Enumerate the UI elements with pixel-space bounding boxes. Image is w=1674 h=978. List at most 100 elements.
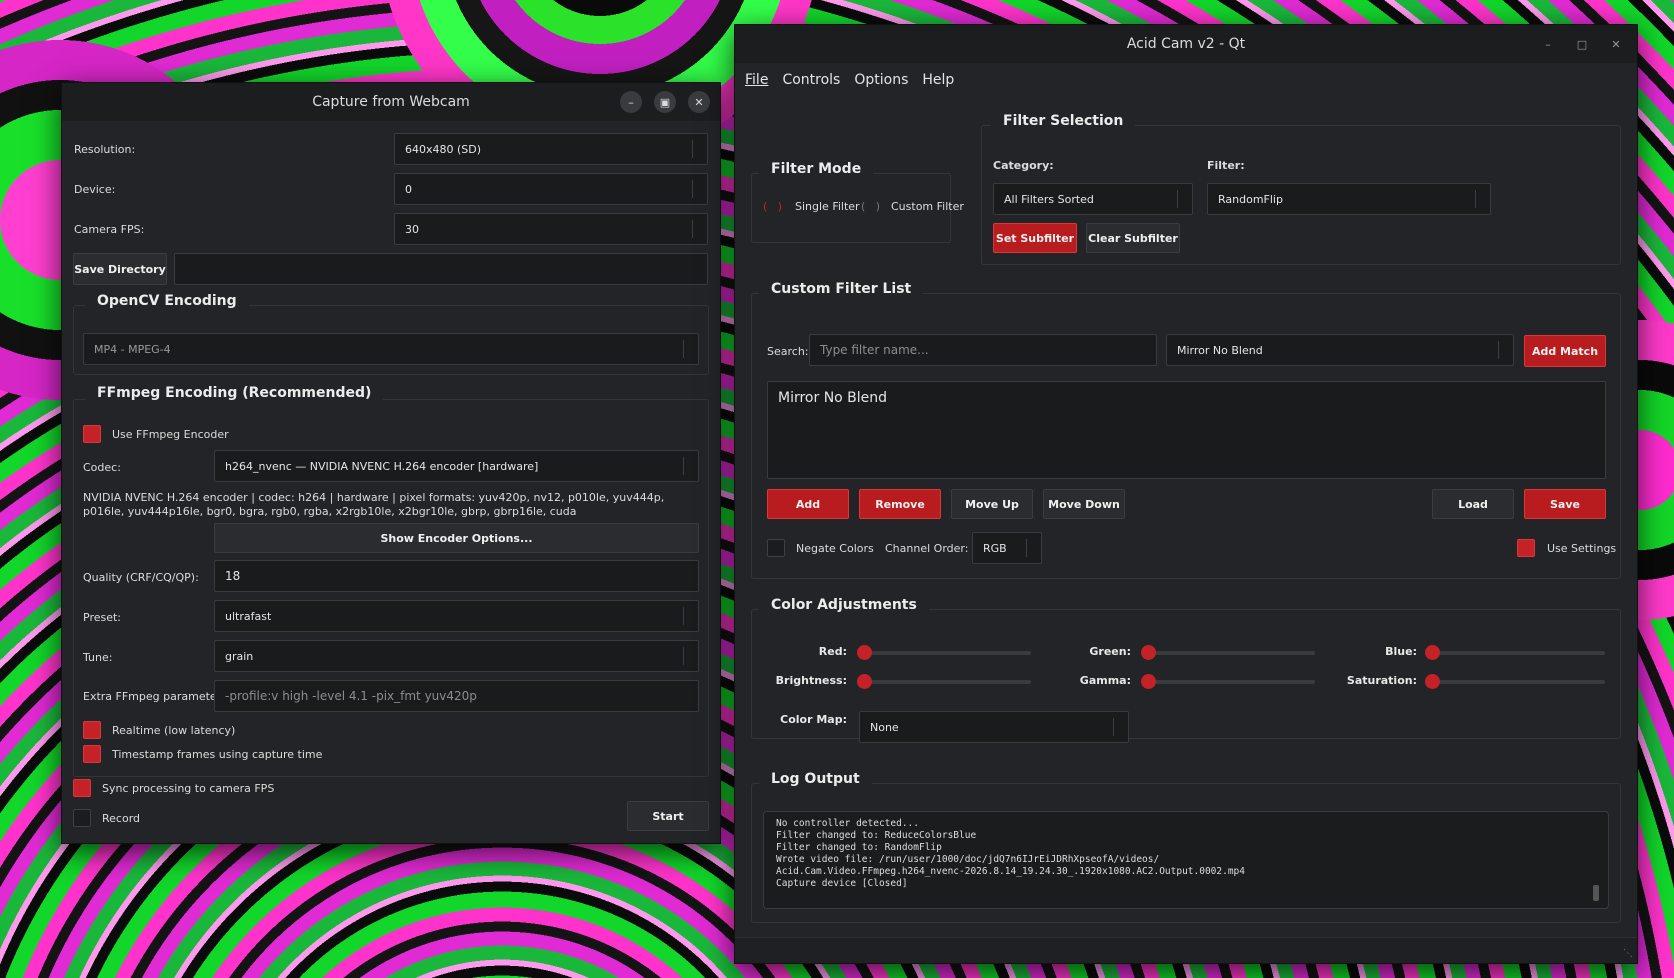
- save-directory-button[interactable]: Save Directory: [73, 253, 167, 285]
- add-button[interactable]: Add: [767, 489, 849, 519]
- acidcam-title: Acid Cam v2 - Qt: [1126, 36, 1246, 52]
- device-value: 0: [405, 182, 412, 196]
- use-settings-label: Use Settings: [1547, 542, 1617, 555]
- tune-label: Tune:: [83, 651, 113, 664]
- start-button[interactable]: Start: [627, 801, 709, 831]
- blue-slider-handle[interactable]: [1425, 645, 1440, 660]
- close-icon[interactable]: ✕: [1605, 33, 1627, 55]
- timestamp-checkbox[interactable]: [83, 745, 101, 763]
- green-slider-handle[interactable]: [1141, 645, 1156, 660]
- extra-params-label: Extra FFmpeg parameters:: [83, 690, 231, 703]
- opencv-codec-select[interactable]: MP4 - MPEG-4: [83, 333, 699, 365]
- sync-fps-checkbox[interactable]: [73, 779, 91, 797]
- menu-help[interactable]: Help: [922, 72, 954, 88]
- acidcam-window: Acid Cam v2 - Qt – □ ✕ File Controls Opt…: [734, 24, 1638, 964]
- filter-select[interactable]: RandomFlip: [1207, 183, 1491, 215]
- device-spinbox[interactable]: 0: [394, 173, 708, 205]
- load-button[interactable]: Load: [1432, 489, 1514, 519]
- search-label: Search:: [767, 345, 809, 358]
- fps-spinbox[interactable]: 30: [394, 213, 708, 245]
- show-encoder-options-button[interactable]: Show Encoder Options...: [214, 523, 699, 553]
- extra-params-input[interactable]: -profile:v high -level 4.1 -pix_fmt yuv4…: [214, 680, 699, 712]
- log-output-title: Log Output: [759, 771, 872, 787]
- record-checkbox[interactable]: [73, 809, 91, 827]
- gamma-slider[interactable]: [1141, 674, 1315, 689]
- ffmpeg-title: FFmpeg Encoding (Recommended): [85, 385, 384, 401]
- fps-value: 30: [405, 222, 419, 236]
- log-scrollbar[interactable]: [1593, 885, 1599, 901]
- status-bar: [735, 937, 1637, 963]
- codec-select[interactable]: h264_nvenc — NVIDIA NVENC H.264 encoder …: [214, 450, 699, 482]
- red-slider[interactable]: [857, 645, 1031, 660]
- tune-select[interactable]: grain: [214, 640, 699, 672]
- brightness-slider-handle[interactable]: [857, 674, 872, 689]
- filter-label: Filter:: [1207, 159, 1245, 172]
- menu-controls[interactable]: Controls: [782, 72, 840, 88]
- use-ffmpeg-checkbox[interactable]: [83, 425, 101, 443]
- list-item[interactable]: Mirror No Blend: [778, 390, 887, 406]
- move-down-button[interactable]: Move Down: [1043, 489, 1125, 519]
- close-icon[interactable]: ✕: [688, 91, 710, 113]
- opencv-title: OpenCV Encoding: [85, 293, 249, 309]
- maximize-icon[interactable]: □: [1571, 33, 1593, 55]
- channel-order-select[interactable]: RGB: [972, 532, 1042, 564]
- quality-spinbox[interactable]: 18: [214, 560, 699, 592]
- menu-options[interactable]: Options: [854, 72, 908, 88]
- webcam-window: Capture from Webcam – ▣ ✕ Resolution: 64…: [61, 82, 721, 844]
- match-select[interactable]: Mirror No Blend: [1166, 334, 1514, 366]
- realtime-checkbox[interactable]: [83, 721, 101, 739]
- sync-fps-label: Sync processing to camera FPS: [102, 782, 275, 795]
- filter-value: RandomFlip: [1218, 192, 1283, 206]
- menu-file[interactable]: File: [745, 72, 768, 88]
- category-select[interactable]: All Filters Sorted: [993, 183, 1193, 215]
- saturation-slider-handle[interactable]: [1425, 674, 1440, 689]
- color-adjustments-title: Color Adjustments: [759, 597, 929, 613]
- search-input[interactable]: Type filter name...: [809, 334, 1157, 366]
- extra-params-placeholder: -profile:v high -level 4.1 -pix_fmt yuv4…: [225, 689, 477, 703]
- fps-label: Camera FPS:: [74, 223, 145, 236]
- preset-label: Preset:: [83, 611, 122, 624]
- saturation-slider[interactable]: [1425, 674, 1605, 689]
- device-label: Device:: [74, 183, 116, 196]
- preset-select[interactable]: ultrafast: [214, 600, 699, 632]
- channel-order-label: Channel Order:: [885, 542, 969, 555]
- preset-value: ultrafast: [225, 609, 272, 623]
- green-label: Green:: [1089, 645, 1131, 658]
- save-button[interactable]: Save: [1524, 489, 1606, 519]
- match-value: Mirror No Blend: [1177, 343, 1263, 357]
- green-slider[interactable]: [1141, 645, 1315, 660]
- resize-grip-icon[interactable]: ⋱: [1623, 948, 1633, 959]
- custom-filter-radio[interactable]: ( ): [861, 200, 880, 213]
- custom-filter-list-title: Custom Filter List: [759, 281, 924, 297]
- filter-selection-title: Filter Selection: [991, 113, 1136, 129]
- brightness-slider[interactable]: [857, 674, 1031, 689]
- blue-label: Blue:: [1385, 645, 1417, 658]
- realtime-label: Realtime (low latency): [112, 724, 236, 737]
- acidcam-titlebar[interactable]: Acid Cam v2 - Qt – □ ✕: [735, 25, 1637, 63]
- maximize-icon[interactable]: ▣: [654, 91, 676, 113]
- set-subfilter-button[interactable]: Set Subfilter: [993, 223, 1077, 253]
- brightness-label: Brightness:: [775, 674, 847, 687]
- red-slider-handle[interactable]: [857, 645, 872, 660]
- gamma-slider-handle[interactable]: [1141, 674, 1156, 689]
- single-filter-radio[interactable]: ( ): [763, 200, 782, 213]
- minimize-icon[interactable]: –: [1537, 33, 1559, 55]
- use-ffmpeg-label: Use FFmpeg Encoder: [112, 428, 229, 441]
- save-directory-field[interactable]: [174, 253, 708, 285]
- add-match-button[interactable]: Add Match: [1524, 335, 1606, 367]
- blue-slider[interactable]: [1425, 645, 1605, 660]
- color-map-select[interactable]: None: [859, 711, 1129, 743]
- webcam-title: Capture from Webcam: [312, 94, 470, 110]
- move-up-button[interactable]: Move Up: [951, 489, 1033, 519]
- log-output-text[interactable]: No controller detected... Filter changed…: [763, 811, 1609, 909]
- filter-mode-title: Filter Mode: [759, 161, 874, 177]
- webcam-titlebar[interactable]: Capture from Webcam – ▣ ✕: [62, 83, 720, 121]
- negate-colors-checkbox[interactable]: [767, 539, 785, 557]
- resolution-select[interactable]: 640x480 (SD): [394, 133, 708, 165]
- remove-button[interactable]: Remove: [859, 489, 941, 519]
- use-settings-checkbox[interactable]: [1517, 539, 1535, 557]
- category-label: Category:: [993, 159, 1054, 172]
- custom-filter-listbox[interactable]: Mirror No Blend: [767, 381, 1606, 479]
- minimize-icon[interactable]: –: [620, 91, 642, 113]
- clear-subfilter-button[interactable]: Clear Subfilter: [1086, 223, 1180, 253]
